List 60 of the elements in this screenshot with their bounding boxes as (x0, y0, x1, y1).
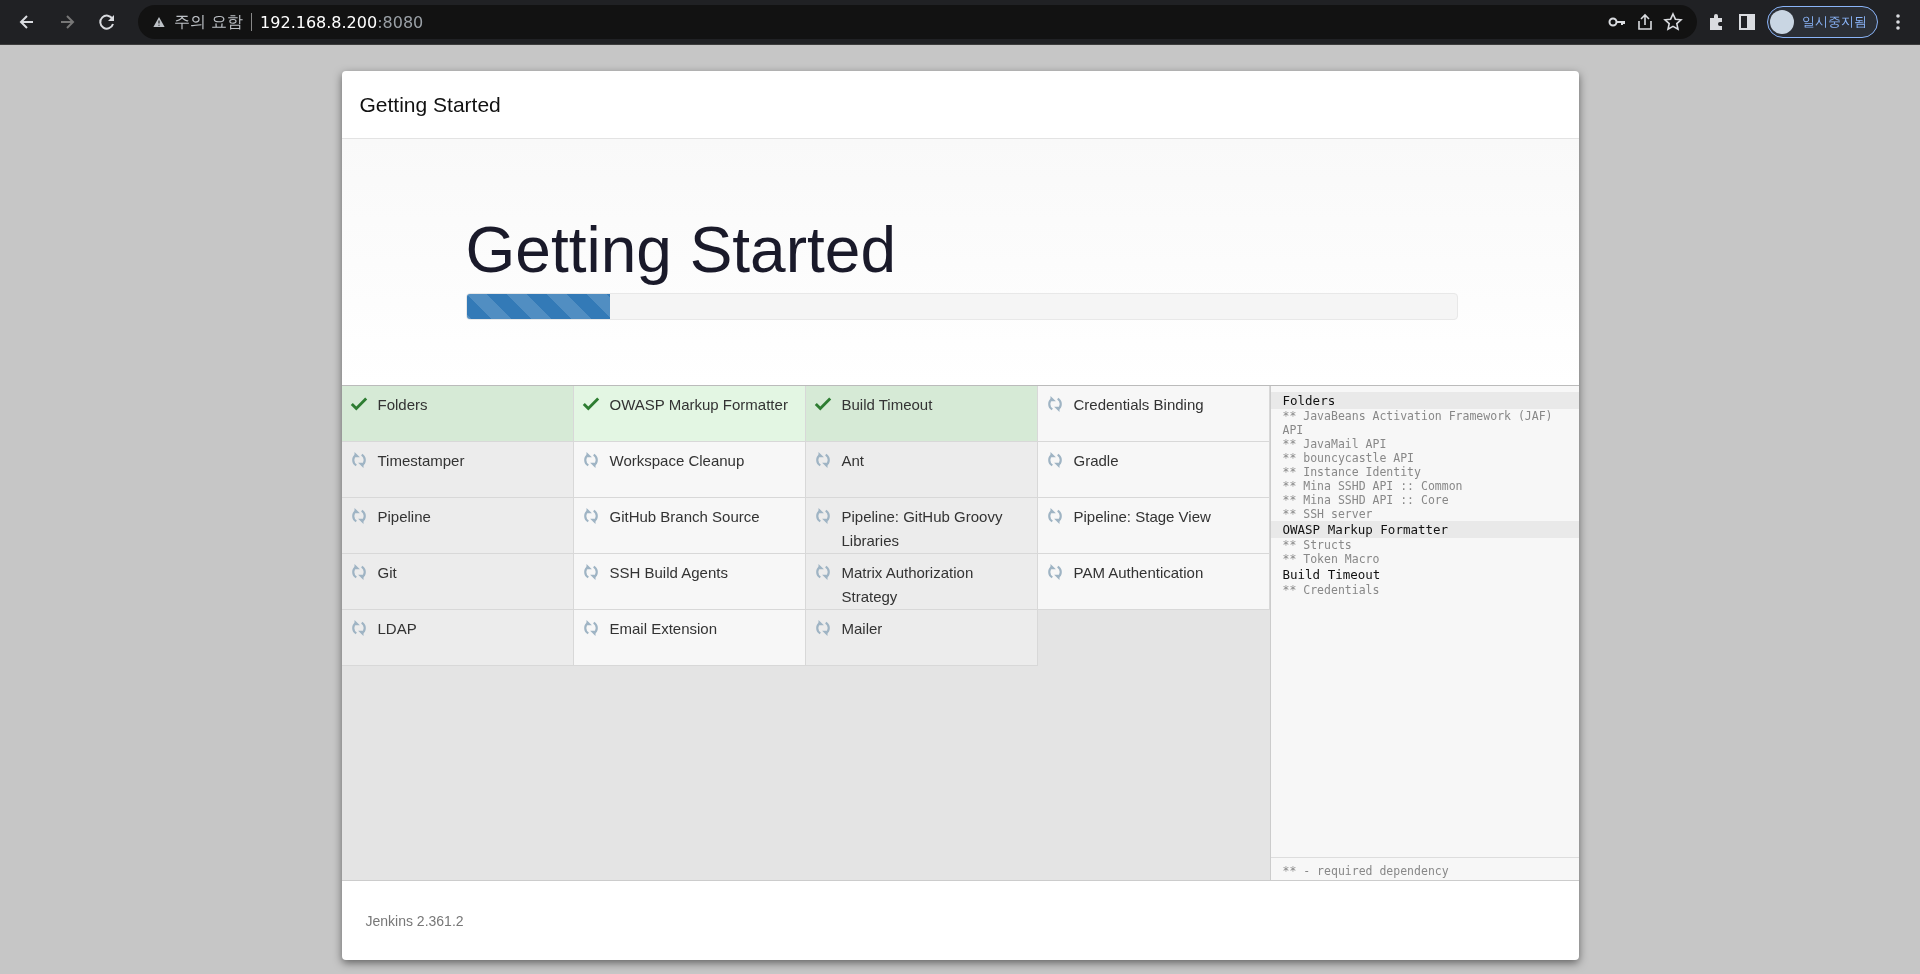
log-dependency-line: ** Mina SSHD API :: Common (1281, 479, 1464, 493)
plugin-name: Pipeline (377, 507, 431, 527)
refresh-icon (349, 619, 368, 637)
log-dependency-line: ** Credentials (1281, 583, 1381, 597)
plugin-name: PAM Authentication (1073, 563, 1204, 583)
warning-icon (152, 15, 166, 29)
refresh-icon (581, 507, 600, 525)
plugin-name: Folders (377, 395, 428, 415)
security-warning: 주의 요함 (174, 11, 244, 33)
plugin-name: Pipeline: Stage View (1073, 507, 1211, 527)
plugin-name: Build Timeout (841, 395, 933, 415)
plugin-name: GitHub Branch Source (609, 507, 760, 527)
refresh-icon (349, 507, 368, 525)
refresh-icon (349, 563, 368, 581)
star-icon[interactable] (1663, 12, 1683, 32)
refresh-icon (1045, 507, 1064, 525)
refresh-icon (1045, 395, 1064, 413)
plugin-name: SSH Build Agents (609, 563, 728, 583)
log-dependency-line: ** Structs (1281, 538, 1353, 552)
legend-text: ** - required dependency (1270, 857, 1579, 880)
log-plugin-line: Build Timeout (1281, 566, 1382, 583)
plugin-name: Pipeline: GitHub Groovy Libraries (841, 507, 1004, 546)
plugin-name: Gradle (1073, 451, 1119, 471)
refresh-icon (581, 563, 600, 581)
plugin-name: LDAP (377, 619, 417, 639)
refresh-icon (1045, 563, 1064, 581)
refresh-icon (581, 619, 600, 637)
share-icon[interactable] (1635, 12, 1655, 32)
refresh-icon (1045, 451, 1064, 469)
refresh-icon (581, 451, 600, 469)
refresh-icon (813, 451, 832, 469)
check-icon (813, 395, 832, 413)
refresh-icon (813, 563, 832, 581)
address-bar[interactable]: 주의 요함 192.168.8.200:8080 (138, 5, 1697, 39)
refresh-icon (813, 507, 832, 525)
log-dependency-line: ** JavaBeans Activation Framework (JAF) API (1281, 409, 1554, 437)
plugin-name: Ant (841, 451, 864, 471)
refresh-icon (813, 619, 832, 637)
avatar-icon (1770, 10, 1794, 34)
log-dependency-line: ** Token Macro (1281, 552, 1381, 566)
plugin-name: Git (377, 563, 397, 583)
plugin-name: Credentials Binding (1073, 395, 1204, 415)
check-icon (349, 395, 368, 413)
log-dependency-line: ** Instance Identity (1281, 465, 1422, 479)
plugin-name: Email Extension (609, 619, 718, 639)
plugin-name: OWASP Markup Formatter (609, 395, 788, 415)
log-dependency-line: ** JavaMail API (1281, 437, 1388, 451)
plugin-name: Mailer (841, 619, 883, 639)
check-icon (581, 395, 600, 413)
log-dependency-line: ** SSH server (1281, 507, 1374, 521)
plugin-name: Timestamper (377, 451, 465, 471)
profile-button[interactable]: 일시중지됨 (1767, 6, 1878, 38)
side-panel-icon[interactable] (1737, 12, 1757, 32)
url-text: 192.168.8.200:8080 (260, 12, 424, 32)
log-dependency-line: ** Mina SSHD API :: Core (1281, 493, 1450, 507)
version-text: Jenkins 2.361.2 (365, 912, 464, 929)
plugin-name: Workspace Cleanup (609, 451, 745, 471)
log-dependency-line: ** bouncycastle API (1281, 451, 1416, 465)
page-heading: Getting Started (465, 215, 897, 286)
refresh-icon (349, 451, 368, 469)
